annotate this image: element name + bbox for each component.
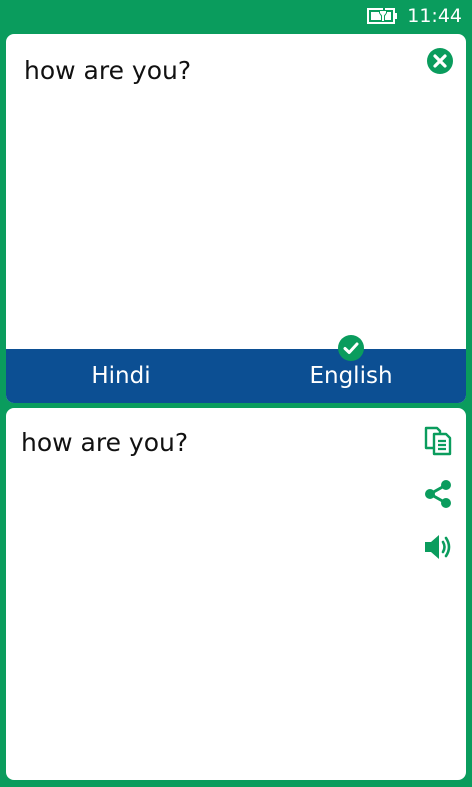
share-icon[interactable] [422,478,454,510]
copy-icon[interactable] [422,425,454,457]
translated-text: how are you? [21,428,189,457]
source-language-button[interactable]: Hindi [6,349,236,403]
battery-charging-icon [367,8,397,24]
speaker-icon[interactable] [422,531,454,563]
status-bar: 11:44 [0,0,472,33]
output-card: how are you? [6,408,466,780]
language-bar: Hindi English [6,349,466,403]
input-card: how are you? Hindi English [6,34,466,403]
source-text-input[interactable]: how are you? [24,56,404,86]
checkmark-circle-icon [338,335,364,361]
clock: 11:44 [407,5,462,27]
close-circle-icon[interactable] [426,47,454,75]
